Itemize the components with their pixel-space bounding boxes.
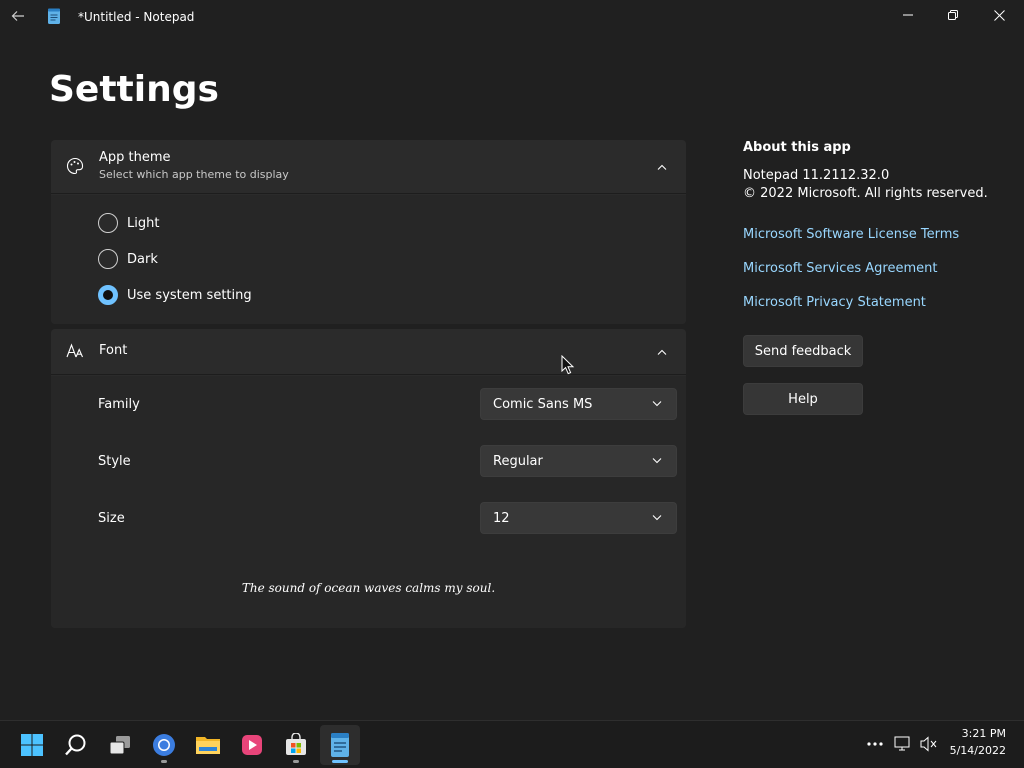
- mouse-cursor-icon: [561, 355, 575, 375]
- font-card: Font Family Comic Sans MS Style Regular …: [51, 329, 686, 628]
- clock-time[interactable]: 3:21 PM: [950, 727, 1006, 740]
- media-player-icon: [242, 735, 262, 755]
- clock-date[interactable]: 5/14/2022: [940, 744, 1006, 757]
- restore-icon: [948, 10, 958, 20]
- font-size-dropdown[interactable]: 12: [480, 502, 677, 534]
- app-theme-header[interactable]: App theme Select which app theme to disp…: [51, 140, 686, 194]
- font-collapse-button[interactable]: [654, 344, 670, 360]
- chevron-up-icon: [657, 349, 667, 355]
- radio-light[interactable]: [98, 213, 118, 233]
- window-title: *Untitled - Notepad: [78, 10, 195, 24]
- palette-icon: [67, 157, 84, 175]
- font-icon: [66, 343, 84, 358]
- back-arrow-icon: [11, 11, 24, 21]
- help-button[interactable]: Help: [743, 383, 863, 415]
- font-family-value: Comic Sans MS: [493, 396, 593, 412]
- more-dots-icon: [867, 742, 883, 746]
- chevron-down-icon: [650, 397, 664, 411]
- privacy-statement-link[interactable]: Microsoft Privacy Statement: [743, 295, 926, 310]
- app-version: Notepad 11.2112.32.0: [743, 168, 890, 183]
- network-icon: [894, 736, 910, 751]
- network-button[interactable]: [893, 734, 913, 754]
- font-style-value: Regular: [493, 453, 543, 469]
- about-title: About this app: [743, 140, 851, 155]
- font-size-label: Size: [98, 511, 125, 526]
- copyright-text: © 2022 Microsoft. All rights reserved.: [743, 186, 988, 201]
- app-theme-subtitle: Select which app theme to display: [99, 168, 289, 181]
- start-button[interactable]: [12, 725, 52, 765]
- minimize-icon: [903, 14, 913, 16]
- font-style-dropdown[interactable]: Regular: [480, 445, 677, 477]
- radio-system[interactable]: [98, 285, 118, 305]
- restore-button[interactable]: [930, 0, 976, 30]
- font-style-label: Style: [98, 454, 131, 469]
- send-feedback-button[interactable]: Send feedback: [743, 335, 863, 367]
- page-title: Settings: [49, 69, 219, 110]
- font-header[interactable]: Font: [51, 329, 686, 375]
- volume-button[interactable]: [919, 734, 939, 754]
- show-hidden-icons-button[interactable]: [865, 734, 885, 754]
- taskbar: [0, 720, 1024, 768]
- theme-option-label: Use system setting: [127, 287, 252, 303]
- chevron-down-icon: [650, 454, 664, 468]
- theme-option-dark[interactable]: Dark: [98, 247, 158, 271]
- license-terms-link[interactable]: Microsoft Software License Terms: [743, 227, 959, 242]
- taskbar-store[interactable]: [276, 725, 316, 765]
- close-icon: [993, 9, 1005, 21]
- theme-option-light[interactable]: Light: [98, 211, 159, 235]
- radio-dark[interactable]: [98, 249, 118, 269]
- app-theme-collapse-button[interactable]: [654, 159, 670, 175]
- font-family-dropdown[interactable]: Comic Sans MS: [480, 388, 677, 420]
- services-agreement-link[interactable]: Microsoft Services Agreement: [743, 261, 937, 276]
- back-button[interactable]: [6, 4, 30, 28]
- search-icon: [65, 734, 86, 756]
- running-indicator: [161, 760, 167, 763]
- font-title: Font: [99, 343, 128, 358]
- app-theme-options: Light Dark Use system setting: [51, 195, 686, 324]
- minimize-button[interactable]: [885, 0, 931, 30]
- notepad-app-icon: [48, 8, 60, 24]
- chrome-icon: [153, 734, 175, 756]
- search-button[interactable]: [56, 725, 96, 765]
- title-bar: *Untitled - Notepad: [0, 0, 1024, 32]
- start-icon: [21, 734, 43, 756]
- app-theme-card: App theme Select which app theme to disp…: [51, 140, 686, 324]
- close-button[interactable]: [976, 0, 1022, 30]
- font-options: Family Comic Sans MS Style Regular Size …: [51, 376, 686, 628]
- font-family-label: Family: [98, 397, 140, 412]
- theme-option-system[interactable]: Use system setting: [98, 283, 252, 307]
- file-explorer-icon: [196, 737, 220, 754]
- taskbar-file-explorer[interactable]: [188, 725, 228, 765]
- taskbar-notepad[interactable]: [320, 725, 360, 765]
- notepad-icon: [331, 733, 349, 757]
- app-theme-title: App theme: [99, 150, 171, 165]
- volume-muted-icon: [920, 736, 937, 752]
- font-size-value: 12: [493, 510, 510, 526]
- theme-option-label: Dark: [127, 251, 158, 267]
- task-view-button[interactable]: [100, 725, 140, 765]
- theme-option-label: Light: [127, 215, 160, 231]
- font-preview-text: The sound of ocean waves calms my soul.: [241, 581, 496, 595]
- store-icon: [286, 733, 306, 755]
- chevron-down-icon: [650, 511, 664, 525]
- task-view-icon: [109, 736, 130, 755]
- active-indicator: [332, 760, 348, 763]
- taskbar-chrome[interactable]: [144, 725, 184, 765]
- running-indicator: [293, 760, 299, 763]
- taskbar-media-player[interactable]: [232, 725, 272, 765]
- chevron-up-icon: [657, 164, 667, 170]
